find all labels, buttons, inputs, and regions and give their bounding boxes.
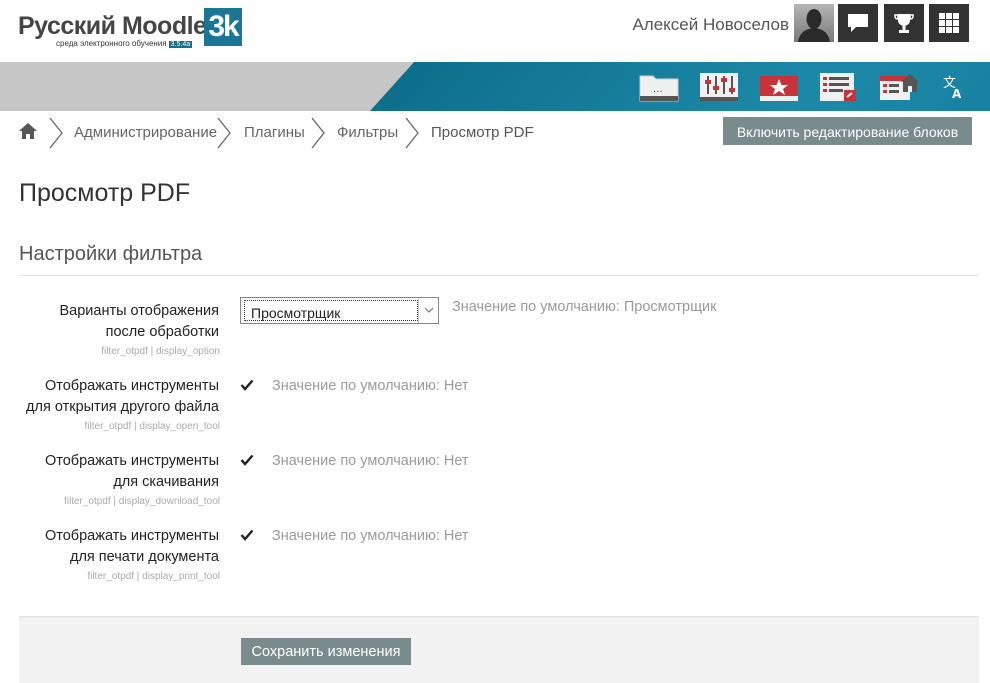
save-changes-button[interactable]: Сохранить изменения <box>241 638 411 665</box>
site-header: Русский Moodle 3k среда электронного обу… <box>0 0 990 62</box>
setting-label-download-tool: Отображать инструменты для скачивания <box>44 453 219 490</box>
section-title: Настройки фильтра <box>19 243 203 265</box>
breadcrumb-separator-icon <box>311 117 325 149</box>
page-title: Просмотр PDF <box>19 179 191 207</box>
trophy-icon <box>894 14 914 33</box>
setting-key-display-option: filter_otpdf | display_option <box>101 346 220 357</box>
home-page-icon <box>880 74 919 100</box>
chat-icon <box>848 14 868 32</box>
setting-label-display-option: Варианты отображения после обработки <box>59 303 219 340</box>
open-tool-checkbox[interactable] <box>240 378 254 392</box>
setting-key-download-tool: filter_otpdf | display_download_tool <box>63 496 220 507</box>
badges-button[interactable] <box>884 4 924 42</box>
breadcrumb-separator-icon <box>217 117 231 149</box>
setting-key-open-tool: filter_otpdf | display_open_tool <box>84 421 220 432</box>
print-tool-checkbox[interactable] <box>240 528 254 542</box>
logo-badge: 3k <box>204 8 242 46</box>
apps-grid-icon <box>939 13 959 33</box>
breadcrumb-item-plugins[interactable]: Плагины <box>244 124 305 141</box>
site-home-button[interactable] <box>879 72 919 102</box>
messages-button[interactable] <box>838 4 878 42</box>
breadcrumb-item-current: Просмотр PDF <box>431 124 534 141</box>
display-option-select[interactable]: Просмотрщик <box>240 297 439 324</box>
featured-button[interactable] <box>759 72 799 102</box>
setting-key-print-tool: filter_otpdf | display_print_tool <box>87 571 220 582</box>
files-button[interactable]: ... <box>639 72 679 102</box>
apps-menu-button[interactable] <box>929 4 969 42</box>
sliders-icon <box>700 73 738 101</box>
logo-subtitle: среда электронного обучения 3.5.4a <box>56 39 193 48</box>
settings-button[interactable] <box>699 72 739 102</box>
breadcrumb-separator-icon <box>405 117 419 149</box>
home-icon[interactable] <box>18 122 38 140</box>
user-name[interactable]: Алексей Новоселов <box>632 15 789 35</box>
setting-label-print-tool: Отображать инструменты для печати докуме… <box>44 528 219 565</box>
select-arrow <box>418 298 438 323</box>
toolbar-band: ... 文 A <box>0 62 990 111</box>
folder-icon: ... <box>639 75 679 102</box>
chevron-down-icon <box>424 307 433 313</box>
default-value-download-tool: Значение по умолчанию: Нет <box>272 453 469 469</box>
breadcrumb-item-administration[interactable]: Администрирование <box>74 124 217 141</box>
select-value: Просмотрщик <box>251 305 341 321</box>
default-value-display-option: Значение по умолчанию: Просмотрщик <box>452 299 717 315</box>
language-button[interactable]: 文 A <box>939 72 969 102</box>
form-actions-panel <box>19 616 979 683</box>
breadcrumb-separator-icon <box>49 117 63 149</box>
download-tool-checkbox[interactable] <box>240 453 254 467</box>
reports-button[interactable] <box>819 72 859 102</box>
svg-text:...: ... <box>653 84 663 95</box>
default-value-print-tool: Значение по умолчанию: Нет <box>272 528 469 544</box>
avatar[interactable] <box>794 4 834 42</box>
star-badge-icon <box>760 76 798 101</box>
logo-text: Русский Moodle <box>18 12 207 40</box>
language-icon: 文 A <box>943 76 962 101</box>
report-icon <box>820 73 856 101</box>
setting-label-open-tool: Отображать инструменты для открытия друг… <box>26 378 219 415</box>
svg-text:A: A <box>952 87 962 101</box>
breadcrumb-item-filters[interactable]: Фильтры <box>337 124 398 141</box>
section-divider <box>19 275 979 276</box>
default-value-open-tool: Значение по умолчанию: Нет <box>272 378 469 394</box>
edit-blocks-button[interactable]: Включить редактирование блоков <box>723 117 972 145</box>
